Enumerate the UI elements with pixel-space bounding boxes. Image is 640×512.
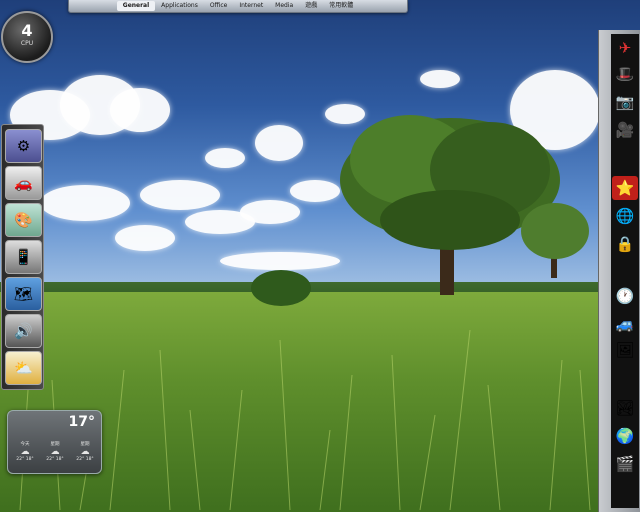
speaker-icon[interactable]: 🔊 <box>5 314 42 348</box>
menu-common-software[interactable]: 常用軟體 <box>323 1 359 11</box>
globe-2-icon[interactable]: 🌍 <box>612 424 638 448</box>
cloud <box>140 180 220 210</box>
cpu-meter-widget[interactable]: 4 CPU <box>1 11 53 63</box>
cloud <box>255 125 303 161</box>
map-icon[interactable]: 🗺 <box>5 277 42 311</box>
hat-icon[interactable]: 🎩 <box>612 62 638 86</box>
car-icon[interactable]: 🚗 <box>5 166 42 200</box>
forecast-day: 星期 ☁ 22° 18° <box>42 441 68 462</box>
small-tree <box>521 203 589 278</box>
cloud <box>420 70 460 88</box>
grass-blades <box>19 329 591 511</box>
cpu-label: CPU <box>20 40 34 47</box>
forecast-day: 星期 ☁ 22° 18° <box>72 441 98 462</box>
cloud <box>205 148 245 168</box>
menu-office[interactable]: Office <box>204 1 234 11</box>
menu-internet[interactable]: Internet <box>233 1 269 11</box>
forecast-row: 今天 ☁ 22° 18° 星期 ☁ 22° 18° 星期 ☁ 22° 18° <box>12 441 98 462</box>
airplane-icon[interactable]: ✈ <box>612 36 638 60</box>
cloud <box>110 88 170 132</box>
right-dock: ✈ 🎩 📷 🎥 ⭐ 🌐 🔒 🕐 🚙 🖼 🏞 🌍 🎬 <box>598 30 640 512</box>
cloud <box>40 185 130 221</box>
device-icon[interactable]: 📱 <box>5 240 42 274</box>
star-badge-icon[interactable]: ⭐ <box>612 176 638 200</box>
camera-icon[interactable]: 📷 <box>612 90 638 114</box>
photo-icon[interactable]: 🏞 <box>612 396 638 420</box>
clock-icon[interactable]: 🕐 <box>612 284 638 308</box>
globe-icon[interactable]: 🌐 <box>612 204 638 228</box>
picture-frame-icon[interactable]: 🖼 <box>612 338 638 362</box>
system-preferences-icon[interactable]: ⚙ <box>5 129 42 163</box>
cloud-icon: ☁ <box>50 447 60 457</box>
cloud-icon: ☁ <box>20 447 30 457</box>
forecast-temps: 22° 18° <box>76 457 94 462</box>
projector-icon[interactable]: 🎥 <box>612 118 638 142</box>
cloud <box>115 225 175 251</box>
cpu-value: 4 <box>21 21 33 40</box>
video-star-icon[interactable]: 🎬 <box>612 452 638 476</box>
forecast-day: 今天 ☁ 22° 18° <box>12 441 38 462</box>
menu-games[interactable]: 遊戲 <box>299 1 323 11</box>
menu-general[interactable]: General <box>116 1 156 11</box>
color-palette-icon[interactable]: 🎨 <box>5 203 42 237</box>
weather-icon[interactable]: ⛅ <box>5 351 42 385</box>
cloud <box>240 200 300 224</box>
bush <box>251 270 311 306</box>
top-menu-bar: General Applications Office Internet Med… <box>68 0 408 13</box>
menu-applications[interactable]: Applications <box>155 1 204 11</box>
forecast-temps: 22° 18° <box>16 457 34 462</box>
menu-media[interactable]: Media <box>269 1 299 11</box>
left-dock: ⚙ 🚗 🎨 📱 🗺 🔊 ⛅ <box>1 124 44 390</box>
toy-car-icon[interactable]: 🚙 <box>612 312 638 336</box>
current-temperature: 17° <box>68 414 95 430</box>
cloud-icon: ☁ <box>80 447 90 457</box>
forecast-temps: 22° 18° <box>46 457 64 462</box>
lock-icon[interactable]: 🔒 <box>612 232 638 256</box>
weather-widget[interactable]: 17° 今天 ☁ 22° 18° 星期 ☁ 22° 18° 星期 ☁ 22° 1… <box>7 410 102 474</box>
